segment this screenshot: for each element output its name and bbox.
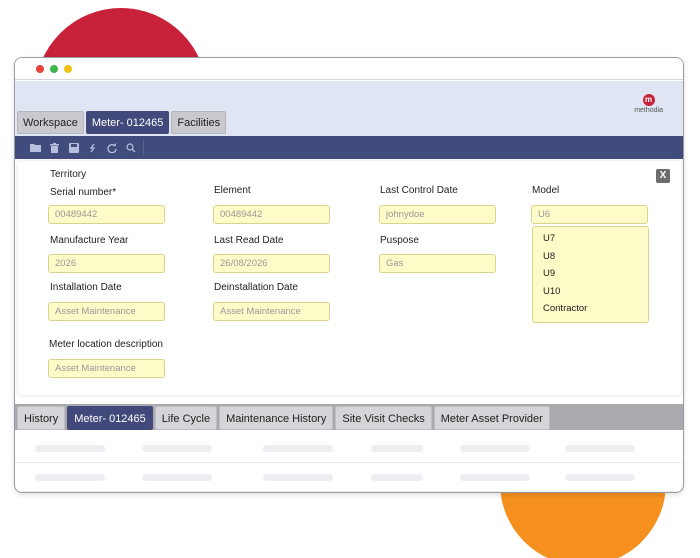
installation-date-field[interactable]: Asset Maintenance [48, 302, 165, 321]
purpose-field[interactable]: Gas [379, 254, 496, 273]
logo: m methodia [634, 94, 663, 114]
trash-icon[interactable] [45, 140, 64, 155]
last-control-date-label: Last Control Date [380, 185, 458, 196]
model-select[interactable]: U6 [531, 205, 648, 224]
model-option[interactable]: U10 [533, 283, 648, 301]
app-header: m methodia Workspace Meter- 012465 Facil… [15, 81, 683, 136]
installation-date-label: Installation Date [50, 282, 122, 293]
folder-icon[interactable] [26, 140, 45, 155]
minimize-window-button[interactable] [50, 65, 58, 73]
placeholder-cell [460, 445, 530, 452]
logo-text: methodia [634, 107, 663, 114]
meter-location-description-field[interactable]: Asset Maintenance [48, 359, 165, 378]
placeholder-cell [263, 445, 333, 452]
element-field[interactable]: 00489442 [213, 205, 330, 224]
toolbar-divider [143, 140, 144, 155]
bottom-tab-bar: History Meter- 012465 Life Cycle Mainten… [15, 404, 683, 430]
link-icon[interactable] [83, 140, 102, 155]
placeholder-cell [142, 445, 212, 452]
top-tab-bar: Workspace Meter- 012465 Facilities [17, 111, 227, 134]
refresh-icon[interactable] [102, 140, 121, 155]
model-option[interactable]: U9 [533, 265, 648, 283]
close-window-button[interactable] [36, 65, 44, 73]
tab-meter-bottom[interactable]: Meter- 012465 [67, 406, 153, 430]
tab-meter-asset-provider[interactable]: Meter Asset Provider [433, 406, 550, 430]
close-panel-button[interactable]: X [656, 169, 670, 183]
tab-maintenance-history[interactable]: Maintenance History [219, 406, 334, 430]
table-row[interactable] [15, 434, 683, 463]
placeholder-cell [142, 474, 212, 481]
tab-facilities[interactable]: Facilities [171, 111, 227, 134]
territory-label: Territory [50, 169, 87, 180]
placeholder-cell [565, 474, 635, 481]
serial-number-label: Serial number* [50, 187, 117, 198]
placeholder-cell [460, 474, 530, 481]
purpose-label: Puspose [380, 235, 419, 246]
table-row[interactable] [15, 463, 683, 492]
last-control-date-field[interactable]: johnydoe [379, 205, 496, 224]
last-read-date-label: Last Read Date [214, 235, 284, 246]
model-option[interactable]: Contractor [533, 300, 648, 318]
model-label: Model [532, 185, 560, 196]
serial-number-field[interactable]: 00489442 [48, 205, 165, 224]
placeholder-cell [263, 474, 333, 481]
tab-life-cycle[interactable]: Life Cycle [154, 406, 218, 430]
logo-mark: m [642, 94, 655, 106]
deinstallation-date-field[interactable]: Asset Maintenance [213, 302, 330, 321]
window-titlebar [15, 58, 683, 80]
meter-location-description-label: Meter location description [49, 339, 163, 350]
model-option[interactable]: U8 [533, 248, 648, 266]
tab-workspace[interactable]: Workspace [17, 111, 84, 134]
placeholder-cell [371, 474, 423, 481]
placeholder-cell [565, 445, 635, 452]
save-icon[interactable] [64, 140, 83, 155]
meter-details-panel: X Territory Serial number* 00489442 Elem… [18, 161, 681, 395]
toolbar [15, 136, 683, 159]
maximize-window-button[interactable] [64, 65, 72, 73]
model-option[interactable]: U7 [533, 230, 648, 248]
search-icon[interactable] [121, 140, 140, 155]
tab-meter[interactable]: Meter- 012465 [85, 111, 170, 134]
element-label: Element [214, 185, 251, 196]
placeholder-cell [35, 474, 105, 481]
placeholder-cell [35, 445, 105, 452]
tab-site-visit-checks[interactable]: Site Visit Checks [335, 406, 432, 430]
tab-history[interactable]: History [17, 406, 66, 430]
app-window: m methodia Workspace Meter- 012465 Facil… [14, 57, 684, 493]
placeholder-cell [371, 445, 423, 452]
model-dropdown-list: U7 U8 U9 U10 Contractor [532, 226, 649, 323]
deinstallation-date-label: Deinstallation Date [214, 282, 298, 293]
data-table [15, 434, 683, 492]
manufacture-year-field[interactable]: 2026 [48, 254, 165, 273]
last-read-date-field[interactable]: 26/08/2026 [213, 254, 330, 273]
manufacture-year-label: Manufacture Year [50, 235, 129, 246]
